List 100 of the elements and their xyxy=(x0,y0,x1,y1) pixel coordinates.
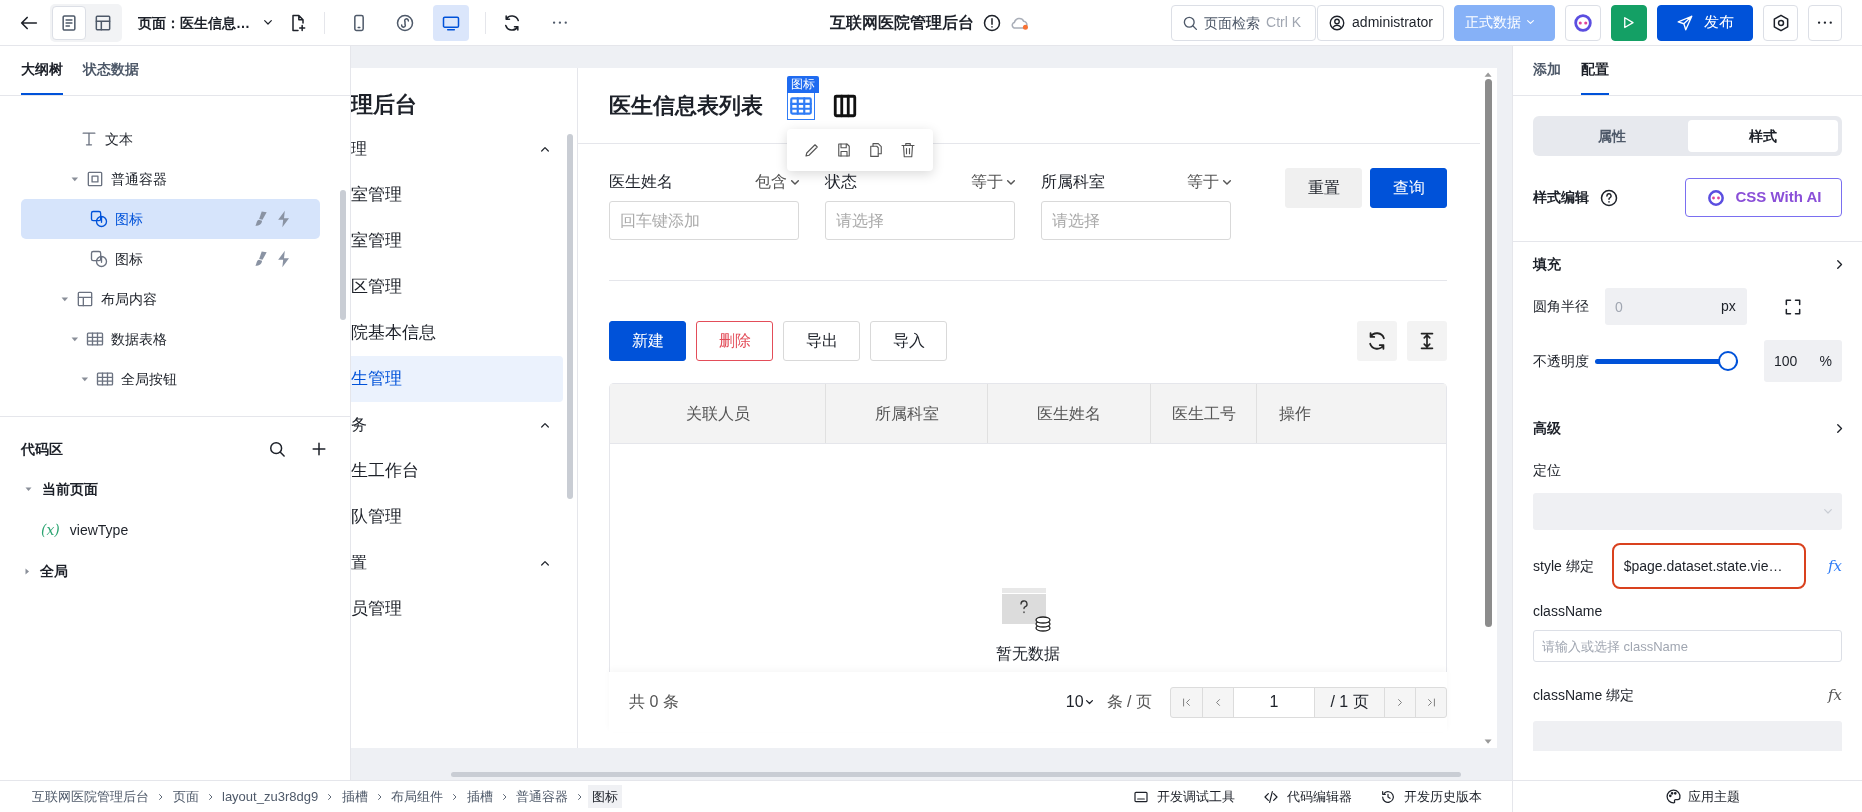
panel-tab[interactable]: 配置 xyxy=(1581,46,1609,95)
caret-icon[interactable] xyxy=(25,568,30,575)
breadcrumb-separator-icon xyxy=(208,793,212,800)
breadcrumb-item[interactable]: 图标 xyxy=(587,784,622,809)
breadcrumb-item[interactable]: 互联网医院管理后台 xyxy=(28,784,153,809)
operator-dropdown[interactable]: 等于 xyxy=(1187,170,1231,194)
caret-icon[interactable] xyxy=(71,336,79,342)
scrollbar-thumb[interactable] xyxy=(340,190,346,320)
filter-input[interactable]: 请选择 xyxy=(1041,201,1231,240)
column-header[interactable]: 医生工号 xyxy=(1150,384,1256,443)
panel-tab[interactable]: 状态数据 xyxy=(83,46,139,95)
refresh-icon[interactable] xyxy=(502,12,522,33)
column-header[interactable]: 所属科室 xyxy=(825,384,987,443)
horizontal-scrollbar[interactable] xyxy=(451,772,1461,777)
menu-group[interactable]: 理 xyxy=(351,126,564,172)
menu-group[interactable]: 置 xyxy=(351,540,564,586)
breadcrumb-item[interactable]: 普通容器 xyxy=(512,784,573,809)
section-header[interactable]: 高级 xyxy=(1533,408,1842,448)
tree-item[interactable]: 图标 xyxy=(21,239,320,279)
copy-icon[interactable] xyxy=(867,140,885,159)
tool-button[interactable]: 代码编辑器 xyxy=(1263,786,1352,807)
delete-icon[interactable] xyxy=(899,140,917,159)
help-icon[interactable] xyxy=(1599,187,1619,208)
caret-icon[interactable] xyxy=(25,487,32,492)
action-button[interactable]: 新建 xyxy=(609,321,686,361)
delete-button[interactable]: 删除 xyxy=(696,321,773,361)
code-group[interactable]: 全局 xyxy=(21,551,329,592)
settings-button[interactable] xyxy=(1763,4,1798,41)
class-name-input[interactable]: 请输入或选择 className xyxy=(1533,630,1842,662)
filter-input[interactable]: 请选择 xyxy=(825,201,1015,240)
breadcrumb-item[interactable]: 插槽 xyxy=(337,784,372,809)
breadcrumb-item[interactable]: 布局组件 xyxy=(387,784,448,809)
scroll-down-icon[interactable] xyxy=(1484,738,1493,744)
breadcrumb-item[interactable]: 插槽 xyxy=(462,784,497,809)
menu-item[interactable]: 生工作台 xyxy=(351,448,564,494)
columns-icon[interactable] xyxy=(832,92,858,119)
code-group[interactable]: 当前页面 xyxy=(21,469,329,510)
tree-item[interactable]: 文本 xyxy=(21,119,320,159)
formula-button[interactable]: fx xyxy=(1828,554,1842,578)
breadcrumb-item[interactable]: layout_zu3r8dg9 xyxy=(218,784,323,809)
panel-tab[interactable]: 大纲树 xyxy=(21,46,63,95)
tree-item[interactable]: 布局内容 xyxy=(21,279,320,319)
info-icon[interactable] xyxy=(982,12,1002,33)
caret-icon[interactable] xyxy=(61,296,69,302)
publish-button[interactable]: 发布 xyxy=(1657,4,1753,41)
breadcrumb-item[interactable]: 页面 xyxy=(168,784,203,809)
column-header[interactable]: 医生姓名 xyxy=(987,384,1150,443)
desktop-view-button[interactable] xyxy=(433,4,469,41)
save-icon[interactable] xyxy=(835,140,853,159)
user-button[interactable]: administrator xyxy=(1317,4,1444,41)
search-icon[interactable] xyxy=(267,439,287,459)
column-header[interactable]: 关联人员 xyxy=(610,384,825,443)
opacity-slider[interactable] xyxy=(1595,351,1738,371)
tool-button[interactable]: 开发调试工具 xyxy=(1133,786,1235,807)
menu-item[interactable]: 区管理 xyxy=(351,264,564,310)
scrollbar-thumb[interactable] xyxy=(1485,79,1492,628)
row-height-button[interactable] xyxy=(1407,321,1447,361)
theme-button[interactable]: 应用主题 xyxy=(1635,786,1740,807)
segment-tab[interactable]: 属性 xyxy=(1537,120,1688,152)
preview-button[interactable] xyxy=(1611,4,1647,41)
query-button[interactable]: 查询 xyxy=(1370,168,1447,208)
page-number-input[interactable]: 1 xyxy=(1233,687,1314,717)
css-with-ai-button[interactable]: CSS With AI xyxy=(1685,178,1842,217)
menu-group[interactable]: 务 xyxy=(351,402,564,448)
menu-item[interactable]: 员管理 xyxy=(351,586,564,632)
tree-item[interactable]: 图标 xyxy=(21,199,320,239)
filter-input[interactable]: 回车键添加 xyxy=(609,201,799,240)
tree-item[interactable]: 数据表格 xyxy=(21,319,320,359)
opacity-input[interactable]: 100 % xyxy=(1764,340,1842,382)
menu-item[interactable]: 生管理 xyxy=(351,356,564,402)
refresh-button[interactable] xyxy=(1357,321,1397,361)
ai-assistant-button[interactable] xyxy=(1565,4,1601,41)
segment-tab[interactable]: 样式 xyxy=(1687,120,1838,152)
tree-item[interactable]: 全局按钮 xyxy=(21,359,320,399)
reset-button[interactable]: 重置 xyxy=(1285,168,1362,208)
action-button[interactable]: 导入 xyxy=(870,321,947,361)
formula-button[interactable]: fx xyxy=(1828,684,1842,707)
section-header[interactable]: 填充 xyxy=(1533,244,1842,284)
caret-icon[interactable] xyxy=(81,376,89,382)
menu-item[interactable]: 院基本信息 xyxy=(351,310,564,356)
operator-dropdown[interactable]: 等于 xyxy=(971,170,1015,194)
menu-item[interactable]: 室管理 xyxy=(351,172,564,218)
shapes-icon xyxy=(89,249,109,269)
page-size-dropdown[interactable]: 10 xyxy=(1065,690,1093,714)
binding-field[interactable]: $page.dataset.state.vie… xyxy=(1611,543,1806,589)
menu-item[interactable]: 室管理 xyxy=(351,218,564,264)
tree-item[interactable]: 普通容器 xyxy=(21,159,320,199)
page-view-button[interactable] xyxy=(52,5,86,40)
action-button[interactable]: 导出 xyxy=(783,321,860,361)
scrollbar-thumb[interactable] xyxy=(567,134,573,499)
scroll-up-icon[interactable] xyxy=(1484,72,1493,78)
variable-name[interactable]: viewType xyxy=(69,520,129,541)
panel-tab[interactable]: 添加 xyxy=(1533,46,1561,95)
menu-item[interactable]: 队管理 xyxy=(351,494,564,540)
operator-dropdown[interactable]: 包含 xyxy=(755,170,799,194)
field-label: className xyxy=(1533,602,1604,621)
page-selector[interactable]: 页面：医生信息… xyxy=(132,9,278,36)
tool-button[interactable]: 开发历史版本 xyxy=(1380,786,1482,807)
column-header[interactable]: 操作 xyxy=(1256,384,1438,443)
caret-icon[interactable] xyxy=(71,176,79,182)
